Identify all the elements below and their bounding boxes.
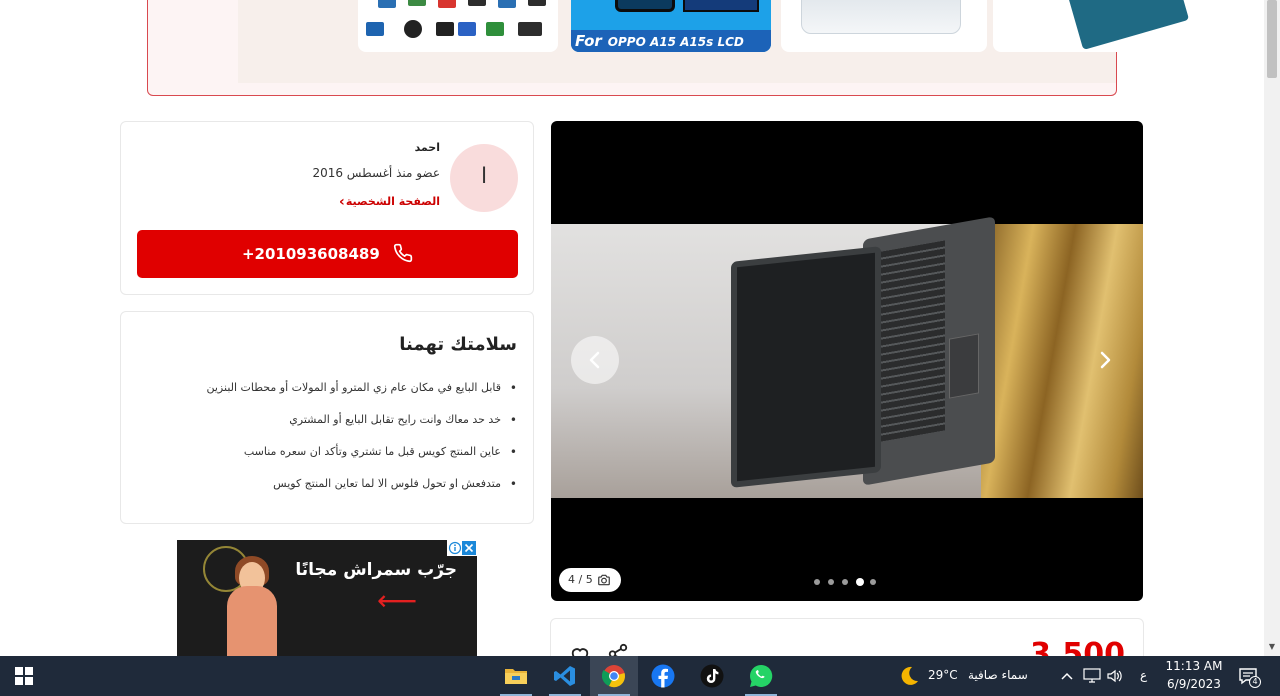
seller-avatar[interactable]: ا — [450, 144, 518, 212]
weather-temperature[interactable]: 29°C — [928, 668, 958, 682]
moon-weather-icon[interactable] — [898, 665, 920, 687]
close-ad-icon[interactable] — [462, 541, 476, 555]
taskbar-file-explorer[interactable] — [492, 656, 540, 696]
taskbar-vscode[interactable] — [541, 656, 589, 696]
sensor-module — [378, 0, 396, 8]
folder-icon — [505, 669, 527, 684]
volume-icon[interactable] — [1106, 668, 1124, 684]
start-button[interactable] — [0, 656, 48, 696]
arrow-left-icon: ⟵ — [377, 584, 418, 617]
adchoices-badge[interactable] — [447, 540, 477, 556]
sensor-module — [408, 0, 426, 6]
price-card: 3,500 — [550, 618, 1144, 656]
phone-icon — [393, 243, 413, 262]
sensor-module — [436, 22, 454, 36]
gallery-dot[interactable] — [856, 578, 864, 586]
safety-tips-list: قابل البايع في مكان عام زي المترو أو الم… — [137, 378, 518, 506]
seller-member-since: عضو منذ أغسطس 2016 — [312, 166, 440, 180]
camera-icon — [598, 574, 610, 586]
gallery-dot[interactable] — [870, 579, 876, 585]
sensor-module — [458, 22, 476, 36]
listing-photo[interactable] — [551, 216, 1143, 498]
network-icon[interactable] — [1083, 668, 1101, 684]
safety-tip: خد حد معاك وانت رايح تقابل البايع أو الم… — [137, 410, 517, 442]
chevron-left-icon — [589, 351, 600, 369]
safety-tip: عاين المنتج كويس قبل ما تشتري وتأكد ان س… — [137, 442, 517, 474]
seller-name: احمد — [414, 141, 440, 154]
taskbar-facebook[interactable] — [639, 656, 687, 696]
laptop-touchpad — [949, 333, 979, 399]
chevron-right-icon — [1100, 351, 1111, 369]
ad-tile-model-text: OPPO A15 A15s LCD — [607, 35, 744, 49]
safety-title: سلامتك تهمنا — [399, 334, 517, 355]
scroll-down-icon[interactable]: ▼ — [1267, 642, 1277, 652]
ad-tile-kit-box[interactable] — [781, 0, 987, 52]
adchoices-icon[interactable] — [448, 541, 462, 555]
seller-profile-link[interactable]: الصفحة الشخصية — [346, 195, 440, 208]
chevron-left-icon[interactable]: ‹ — [339, 194, 345, 210]
page-scrollbar[interactable]: ▲ ▼ — [1264, 0, 1280, 656]
scroll-thumb[interactable] — [1267, 0, 1277, 78]
tiktok-icon — [700, 664, 724, 688]
sensor-module — [528, 0, 546, 6]
taskbar-tiktok[interactable] — [688, 656, 736, 696]
sensor-module — [486, 22, 504, 36]
laptop-keys — [881, 240, 945, 442]
image-gallery[interactable]: 4 / 5 — [551, 121, 1143, 601]
ad-tile-for-text: For — [575, 32, 602, 50]
lcd-screen-image — [615, 0, 675, 12]
taskbar-whatsapp[interactable] — [737, 656, 785, 696]
gallery-dot[interactable] — [814, 579, 820, 585]
safety-tips-card: سلامتك تهمنا قابل البايع في مكان عام زي … — [120, 311, 534, 524]
sensor-module — [468, 0, 486, 6]
side-ad-headline: جرّب سمراش مجانًا — [295, 560, 457, 580]
sensor-module — [404, 20, 422, 38]
top-ad-inner: For OPPO A15 A15s LCD — [238, 0, 1199, 83]
ad-tile-lcd[interactable]: For OPPO A15 A15s LCD — [571, 0, 771, 52]
input-language[interactable]: ع — [1140, 668, 1147, 682]
gallery-dot[interactable] — [842, 579, 848, 585]
clock-time[interactable]: 11:13 AM — [1164, 659, 1224, 673]
arduino-board-image — [1066, 0, 1190, 50]
safety-tip: متدفعش او تحول فلوس الا لما تعاين المنتج… — [137, 474, 517, 506]
clock-date[interactable]: 6/9/2023 — [1164, 677, 1224, 691]
weather-description[interactable]: سماء صافية — [968, 668, 1028, 682]
sensor-module — [518, 22, 542, 36]
listing-price: 3,500 — [1030, 637, 1125, 656]
ad-tile-lcd-label: For OPPO A15 A15s LCD — [571, 30, 771, 52]
gallery-next-button[interactable] — [1081, 336, 1129, 384]
ad-tile-sensors[interactable] — [358, 0, 558, 52]
chrome-icon — [602, 665, 625, 688]
seller-card: ا احمد عضو منذ أغسطس 2016 الصفحة الشخصية… — [120, 121, 534, 295]
vscode-icon — [554, 666, 575, 686]
kit-box-image — [801, 0, 961, 34]
sensor-module — [498, 0, 516, 8]
sensor-module — [366, 22, 384, 36]
gallery-prev-button[interactable] — [571, 336, 619, 384]
taskbar-chrome[interactable] — [590, 656, 638, 696]
share-icon[interactable] — [607, 643, 629, 656]
windows-taskbar: 29°C سماء صافية ع 11:13 AM 6/9/2023 4 — [0, 656, 1280, 696]
call-seller-button[interactable]: +201093608489 — [137, 230, 518, 278]
sensor-module — [438, 0, 456, 8]
browser-viewport: For OPPO A15 A15s LCD ا احمد عضو منذ أغسط… — [0, 0, 1264, 656]
windows-logo-icon — [15, 667, 33, 685]
notification-count-badge: 4 — [1249, 676, 1261, 688]
safety-tip: قابل البايع في مكان عام زي المترو أو الم… — [137, 378, 518, 410]
side-ad[interactable]: جرّب سمراش مجانًا ⟵ — [177, 540, 477, 656]
phone-number: +201093608489 — [241, 245, 380, 263]
gallery-dot[interactable] — [828, 579, 834, 585]
gallery-counter-text: 4 / 5 — [568, 573, 593, 586]
ad-tile-arduino[interactable] — [993, 0, 1199, 52]
ad-person-image — [227, 586, 277, 656]
gallery-counter: 4 / 5 — [559, 568, 621, 592]
facebook-icon — [651, 664, 675, 688]
whatsapp-icon — [750, 664, 773, 687]
laptop-screen — [731, 246, 881, 488]
lcd-screen-image — [683, 0, 759, 12]
top-ad-banner[interactable]: For OPPO A15 A15s LCD — [147, 0, 1199, 96]
chevron-up-icon[interactable] — [1060, 669, 1074, 683]
heart-icon[interactable] — [569, 645, 591, 656]
